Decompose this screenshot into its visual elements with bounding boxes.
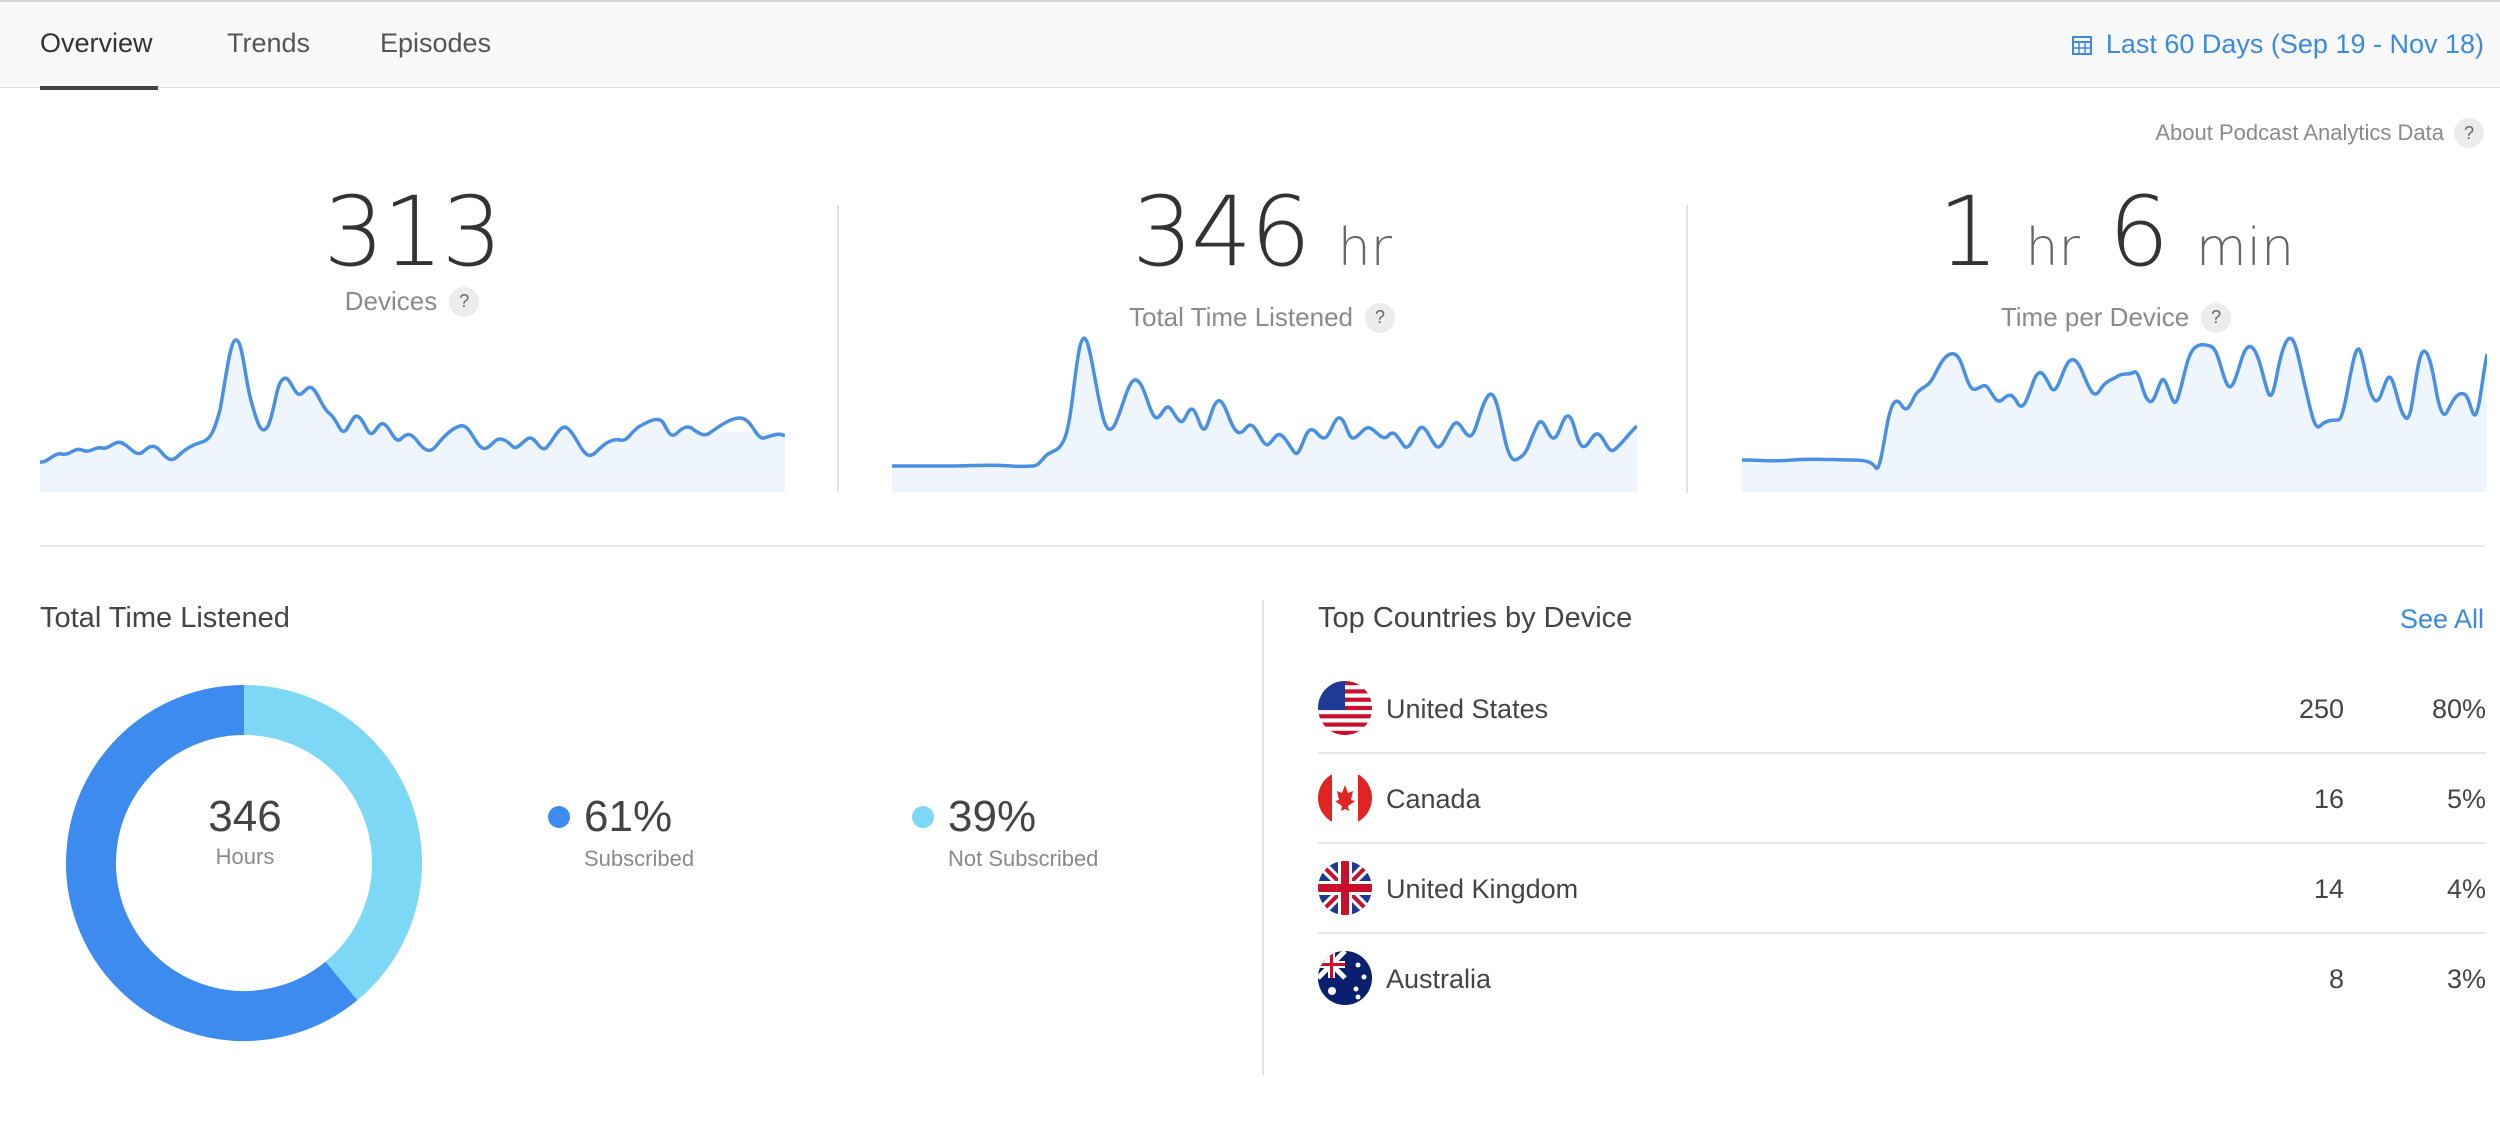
legend-subscribed: 61% Subscribed	[548, 792, 694, 872]
top-nav-bar: Overview Trends Episodes Last 60 Days (S…	[0, 0, 2500, 90]
about-analytics-link[interactable]: About Podcast Analytics Data ?	[2155, 118, 2484, 148]
country-device-count: 16	[2313, 784, 2344, 814]
metric-devices: 313 Devices ?	[32, 180, 792, 317]
top-countries-title: Top Countries by Device	[1318, 602, 1633, 634]
tab-episodes[interactable]: Episodes	[380, 28, 491, 59]
legend-label-not-subscribed: Not Subscribed	[948, 846, 1099, 871]
country-name: Australia	[1386, 964, 1492, 994]
total-time-sparkline	[892, 336, 1637, 492]
legend-pct-not-subscribed: 39%	[948, 792, 1037, 841]
total-time-sparkline-area	[892, 338, 1637, 492]
time-per-device-sparkline-area	[1742, 338, 2487, 492]
tab-overview[interactable]: Overview	[40, 28, 153, 59]
us-flag-icon	[1318, 681, 1372, 735]
date-range-label: Last 60 Days (Sep 19 - Nov 18)	[2105, 29, 2484, 59]
active-tab-indicator	[40, 86, 158, 90]
devices-sparkline	[40, 338, 785, 492]
time-per-device-value: 1 hr 6 min	[1937, 176, 2295, 288]
legend-pct-subscribed: 61%	[584, 792, 673, 841]
metric-divider	[1686, 205, 1688, 493]
country-row[interactable]: Canada 16 5%	[1318, 754, 2486, 844]
metric-time-per-device: 1 hr 6 min Time per Device ?	[1736, 180, 2496, 333]
country-row[interactable]: United Kingdom 14 4%	[1318, 844, 2486, 934]
country-device-count: 14	[2313, 874, 2344, 904]
donut-center-label: 346 Hours	[150, 792, 340, 870]
calendar-icon	[2071, 35, 2092, 55]
time-per-device-sparkline	[1742, 336, 2487, 492]
help-icon[interactable]: ?	[2454, 118, 2484, 148]
country-row[interactable]: Australia 8 3%	[1318, 934, 2486, 1024]
devices-help-icon[interactable]: ?	[449, 286, 480, 317]
legend-dot-subscribed	[548, 806, 570, 828]
country-name: Canada	[1386, 784, 1481, 814]
country-percentage: 80%	[2431, 694, 2486, 724]
legend-not-subscribed: 39% Not Subscribed	[912, 792, 1098, 872]
total-time-section-title: Total Time Listened	[40, 602, 290, 634]
section-divider	[40, 545, 2485, 547]
total-time-value: 346 hr	[1131, 176, 1393, 288]
country-percentage: 5%	[2446, 784, 2486, 814]
devices-value: 313	[323, 176, 502, 288]
metric-divider	[837, 205, 839, 493]
tab-trends[interactable]: Trends	[227, 28, 310, 59]
canada-flag-icon	[1318, 771, 1372, 825]
uk-flag-icon	[1318, 861, 1372, 915]
devices-sparkline-area	[40, 340, 785, 492]
about-analytics-label: About Podcast Analytics Data	[2155, 120, 2444, 145]
donut-center-value: 346	[208, 792, 282, 841]
devices-label: Devices	[344, 286, 438, 316]
country-name: United States	[1386, 694, 1549, 724]
country-row[interactable]: United States 250 80%	[1318, 664, 2486, 754]
section-vertical-divider	[1262, 600, 1264, 1075]
legend-label-subscribed: Subscribed	[584, 846, 695, 871]
country-list: United States 250 80% Canada 16 5% Unite…	[1318, 664, 2486, 1024]
country-name: United Kingdom	[1386, 874, 1579, 904]
country-percentage: 3%	[2446, 964, 2486, 994]
donut-center-unit: Hours	[215, 844, 275, 869]
australia-flag-icon	[1318, 951, 1372, 1005]
country-device-count: 8	[2328, 964, 2344, 994]
country-device-count: 250	[2298, 694, 2344, 724]
date-range-picker[interactable]: Last 60 Days (Sep 19 - Nov 18)	[2071, 29, 2484, 60]
country-percentage: 4%	[2446, 874, 2486, 904]
metric-total-time: 346 hr Total Time Listened ?	[882, 180, 1642, 333]
legend-dot-not-subscribed	[912, 806, 934, 828]
see-all-link[interactable]: See All	[2400, 604, 2484, 635]
